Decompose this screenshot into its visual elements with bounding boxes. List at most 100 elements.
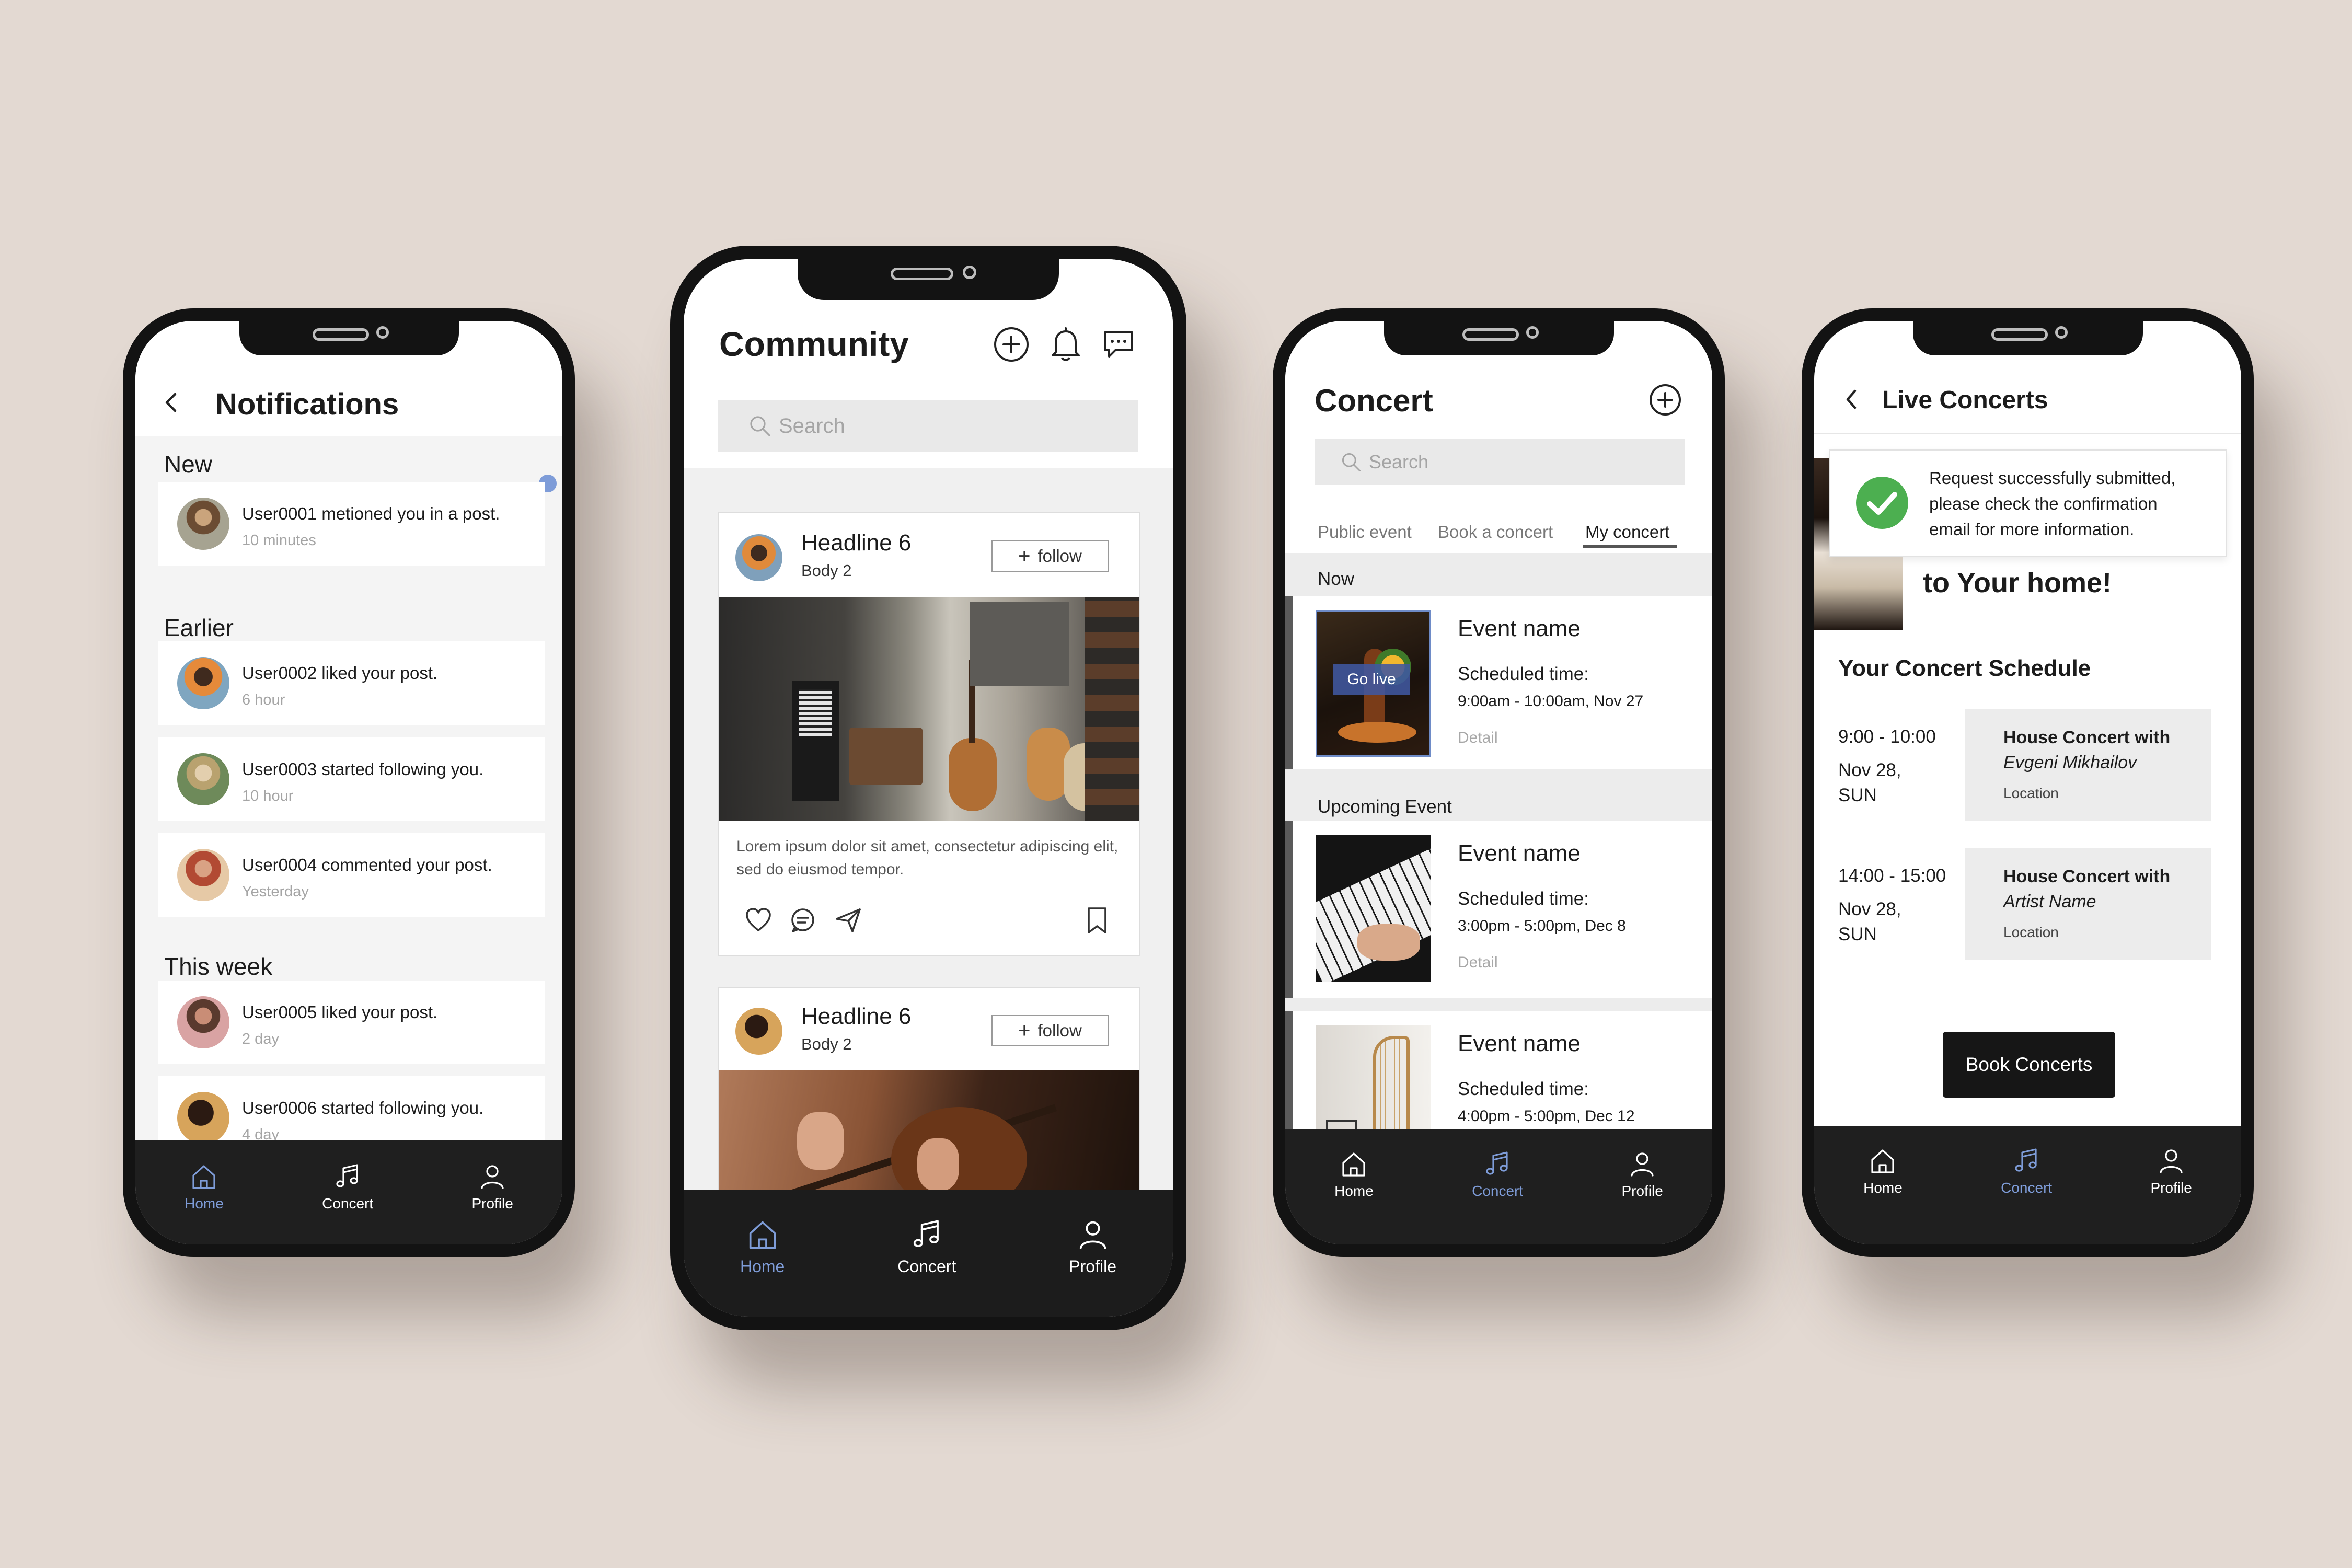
success-check-icon	[1855, 476, 1909, 533]
tab-my-concert[interactable]: My concert	[1585, 522, 1669, 542]
add-icon[interactable]	[1648, 383, 1682, 420]
username[interactable]: User0002	[242, 663, 317, 683]
book-concerts-button[interactable]: Book Concerts	[1943, 1032, 2115, 1098]
notification-item[interactable]: User0005 liked your post. 2 day	[158, 981, 545, 1064]
section-this-week: This week	[164, 953, 273, 980]
comment-icon[interactable]	[789, 906, 817, 937]
post-body: Body 2	[801, 1035, 852, 1053]
event-card[interactable]: Go live Event name Scheduled time: 9:00a…	[1285, 596, 1712, 769]
schedule-day: SUN	[1838, 924, 1877, 944]
post-body: Body 2	[801, 561, 852, 580]
notch	[1912, 321, 2143, 355]
tab-book-a-concert[interactable]: Book a concert	[1438, 522, 1553, 542]
add-icon[interactable]	[992, 325, 1031, 366]
schedule-card-location: Location	[2003, 785, 2059, 801]
nav-concert[interactable]: Concert	[1472, 1148, 1523, 1200]
notification-item[interactable]: User0003 started following you. 10 hour	[158, 737, 545, 821]
page-title: Community	[719, 325, 909, 363]
detail-link[interactable]: Detail	[1458, 954, 1498, 972]
go-live-button[interactable]: Go live	[1333, 664, 1410, 695]
bottom-nav: Home Concert Profile	[1285, 1129, 1712, 1244]
hero-text: to Your home!	[1923, 567, 2112, 598]
nav-label: Home	[185, 1195, 224, 1212]
follow-button[interactable]: + follow	[991, 1015, 1109, 1046]
bottom-nav: Home Concert Profile	[1814, 1126, 2241, 1244]
post-card: Headline 6 Body 2 + follow Lorem ipsum do…	[718, 512, 1140, 956]
avatar[interactable]	[735, 534, 782, 581]
section-label: Upcoming Event	[1318, 797, 1452, 817]
back-chevron-icon[interactable]	[162, 390, 182, 415]
schedule-time: 14:00 - 15:00	[1838, 866, 1946, 886]
nav-home[interactable]: Home	[1334, 1148, 1374, 1200]
avatar	[177, 753, 229, 805]
nav-label: Profile	[2150, 1180, 2192, 1196]
share-send-icon[interactable]	[834, 905, 863, 937]
bottom-nav: Home Concert Profile	[684, 1190, 1173, 1317]
header-divider	[1814, 433, 2241, 434]
follow-button[interactable]: + follow	[991, 540, 1109, 572]
tab-public-event[interactable]: Public event	[1318, 522, 1412, 542]
search-input[interactable]: Search	[718, 400, 1138, 452]
schedule-title: Your Concert Schedule	[1838, 655, 2091, 681]
nav-profile[interactable]: Profile	[471, 1161, 513, 1212]
post-headline: Headline 6	[801, 530, 912, 556]
nav-label: Profile	[471, 1195, 513, 1212]
back-chevron-icon[interactable]	[1842, 388, 1861, 411]
notification-item[interactable]: User0001 metioned you in a post. 10 minu…	[158, 482, 545, 566]
like-heart-icon[interactable]	[744, 906, 773, 936]
username[interactable]: User0003	[242, 759, 317, 779]
nav-profile[interactable]: Profile	[2150, 1145, 2192, 1196]
scheduled-time: 3:00pm - 5:00pm, Dec 8	[1458, 917, 1626, 935]
nav-label: Concert	[322, 1195, 374, 1212]
username[interactable]: User0006	[242, 1098, 317, 1117]
section-earlier: Earlier	[164, 614, 234, 641]
section-label: Now	[1318, 569, 1355, 589]
username[interactable]: User0005	[242, 1002, 317, 1022]
toast-line: please check the confirmation	[1929, 494, 2158, 513]
home-icon	[749, 1221, 776, 1249]
nav-home[interactable]: Home	[740, 1216, 785, 1276]
nav-label: Home	[740, 1257, 785, 1276]
search-input[interactable]: Search	[1315, 439, 1685, 485]
bookmark-icon[interactable]	[1085, 905, 1110, 938]
schedule-date: Nov 28,	[1838, 760, 1901, 780]
event-card[interactable]: Event name Scheduled time: 3:00pm - 5:00…	[1285, 821, 1712, 998]
nav-profile[interactable]: Profile	[1069, 1216, 1116, 1276]
notification-item[interactable]: User0004 commented your post. Yesterday	[158, 833, 545, 917]
nav-label: Concert	[1472, 1183, 1524, 1199]
username[interactable]: User0004	[242, 855, 317, 874]
scheduled-time: 9:00am - 10:00am, Nov 27	[1458, 693, 1644, 710]
nav-home[interactable]: Home	[1863, 1145, 1903, 1196]
nav-home[interactable]: Home	[185, 1161, 224, 1212]
phone-live-concerts: Live Concerts to Your home! Request succ…	[1802, 308, 2254, 1257]
nav-profile[interactable]: Profile	[1621, 1148, 1663, 1200]
avatar[interactable]	[735, 1008, 782, 1055]
profile-icon	[1079, 1221, 1106, 1249]
bell-icon[interactable]	[1046, 324, 1085, 366]
chat-icon[interactable]	[1100, 325, 1137, 365]
post-image-guitars[interactable]	[719, 597, 1139, 821]
notification-time: 10 hour	[242, 788, 294, 804]
schedule-item[interactable]: 9:00 - 10:00 Nov 28, SUN House Concert w…	[1814, 709, 2241, 821]
event-name: Event name	[1458, 616, 1581, 641]
schedule-card[interactable]: House Concert with Artist Name Location	[1965, 848, 2211, 960]
home-icon	[1342, 1152, 1366, 1177]
scheduled-label: Scheduled time:	[1458, 664, 1589, 684]
profile-icon	[1631, 1152, 1654, 1177]
username[interactable]: User0001	[242, 504, 317, 523]
search-icon	[1342, 453, 1361, 471]
notification-time: 10 minutes	[242, 532, 316, 549]
nav-concert[interactable]: Concert	[2001, 1145, 2052, 1196]
notification-item[interactable]: User0002 liked your post. 6 hour	[158, 641, 545, 725]
schedule-item[interactable]: 14:00 - 15:00 Nov 28, SUN House Concert …	[1814, 848, 2241, 960]
live-screen: Live Concerts to Your home! Request succ…	[1814, 321, 2241, 1244]
nav-concert[interactable]: Concert	[322, 1161, 373, 1212]
home-icon	[1871, 1149, 1895, 1173]
schedule-card[interactable]: House Concert with Evgeni Mikhailov Loca…	[1965, 709, 2211, 821]
nav-concert[interactable]: Concert	[897, 1216, 956, 1276]
notch	[239, 321, 459, 355]
search-placeholder: Search	[1369, 451, 1429, 472]
schedule-card-title: House Concert with	[2003, 867, 2171, 886]
detail-link[interactable]: Detail	[1458, 729, 1498, 747]
music-note-icon	[1486, 1151, 1508, 1175]
